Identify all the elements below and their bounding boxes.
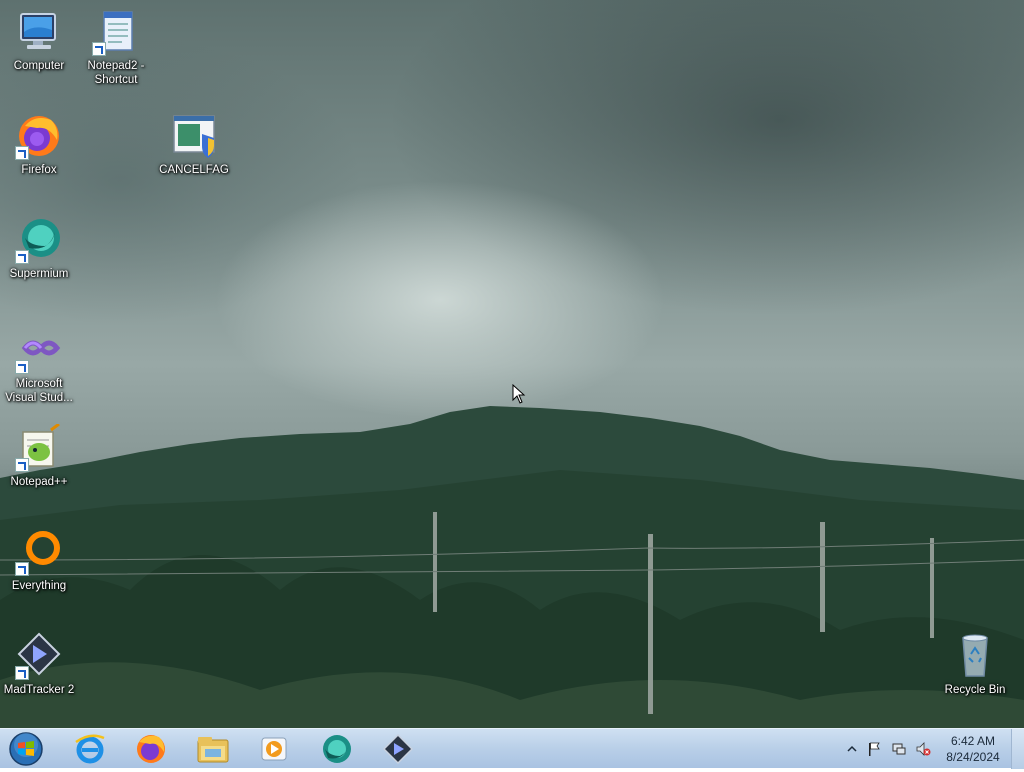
desktop-icon-label: Recycle Bin xyxy=(944,684,1006,696)
installer-shield-icon xyxy=(170,112,218,160)
desktop-icon-firefox[interactable]: Firefox xyxy=(1,112,77,177)
desktop-icon-cancelfag[interactable]: CANCELFAG xyxy=(156,112,232,177)
desktop-icon-notepadpp[interactable]: Notepad++ xyxy=(1,422,77,489)
shortcut-arrow-icon xyxy=(15,458,29,472)
taskbar-file-explorer[interactable] xyxy=(193,732,233,766)
desktop-icon-madtracker[interactable]: MadTracker 2 xyxy=(1,632,77,697)
supermium-icon xyxy=(323,735,351,763)
file-explorer-icon xyxy=(197,737,229,763)
taskbar-media-player[interactable] xyxy=(254,732,294,766)
start-button[interactable] xyxy=(6,731,46,767)
shortcut-arrow-icon xyxy=(15,360,29,374)
shortcut-arrow-icon xyxy=(15,666,29,680)
desktop-icon-label: Computer xyxy=(13,60,65,72)
desktop-icon-label: CANCELFAG xyxy=(159,164,229,176)
notepad2-icon xyxy=(92,8,140,56)
desktop-icon-computer[interactable]: Computer xyxy=(1,8,77,73)
recycle-bin-icon xyxy=(951,632,999,680)
desktop-icon-notepad2[interactable]: Notepad2 - Shortcut xyxy=(78,8,154,87)
computer-icon xyxy=(15,8,63,56)
system-clock[interactable]: 6:42 AM 8/24/2024 xyxy=(938,733,1008,765)
internet-explorer-icon xyxy=(75,734,105,764)
desktop-icon-label: Notepad++ xyxy=(10,476,68,488)
clock-date: 8/24/2024 xyxy=(946,750,1000,764)
everything-icon xyxy=(15,528,63,576)
desktop-icon-label: Supermium xyxy=(9,268,69,280)
madtracker-icon xyxy=(15,632,63,680)
shortcut-arrow-icon xyxy=(15,146,29,160)
desktop-icon-recycle-bin[interactable]: Recycle Bin xyxy=(937,632,1013,697)
desktop-icon-label: Everything xyxy=(11,580,67,592)
visual-studio-icon xyxy=(15,326,63,374)
volume-muted-icon[interactable] xyxy=(915,741,931,757)
action-center-flag-icon[interactable] xyxy=(866,741,882,757)
show-desktop-button[interactable] xyxy=(1011,729,1024,769)
madtracker-icon xyxy=(382,733,414,765)
shortcut-arrow-icon xyxy=(92,42,106,56)
taskbar: 6:42 AM 8/24/2024 xyxy=(0,728,1024,769)
notepadpp-icon xyxy=(15,422,63,472)
firefox-icon xyxy=(137,735,165,763)
shortcut-arrow-icon xyxy=(15,250,29,264)
firefox-icon xyxy=(15,112,63,160)
windows-start-orb-icon xyxy=(9,732,43,766)
media-player-icon xyxy=(261,737,287,761)
desktop-icon-visual-studio[interactable]: Microsoft Visual Stud... xyxy=(1,326,77,405)
desktop-icon-label: Notepad2 - Shortcut xyxy=(87,60,145,86)
supermium-icon xyxy=(15,216,63,264)
mouse-cursor-icon xyxy=(512,383,526,409)
desktop-icon-label: MadTracker 2 xyxy=(3,684,75,696)
taskbar-firefox[interactable] xyxy=(131,732,171,766)
shortcut-arrow-icon xyxy=(15,562,29,576)
desktop-icon-label: Firefox xyxy=(21,164,57,176)
taskbar-internet-explorer[interactable] xyxy=(70,732,110,766)
desktop-wallpaper xyxy=(0,0,1024,728)
clock-time: 6:42 AM xyxy=(950,734,996,748)
taskbar-madtracker[interactable] xyxy=(378,732,418,766)
desktop-icon-everything[interactable]: Everything xyxy=(1,528,77,593)
taskbar-supermium[interactable] xyxy=(316,732,356,766)
show-hidden-icons-chevron[interactable] xyxy=(844,741,860,757)
network-icon[interactable] xyxy=(891,741,907,757)
desktop-icon-supermium[interactable]: Supermium xyxy=(1,216,77,281)
desktop-icon-label: Microsoft Visual Stud... xyxy=(5,378,73,404)
